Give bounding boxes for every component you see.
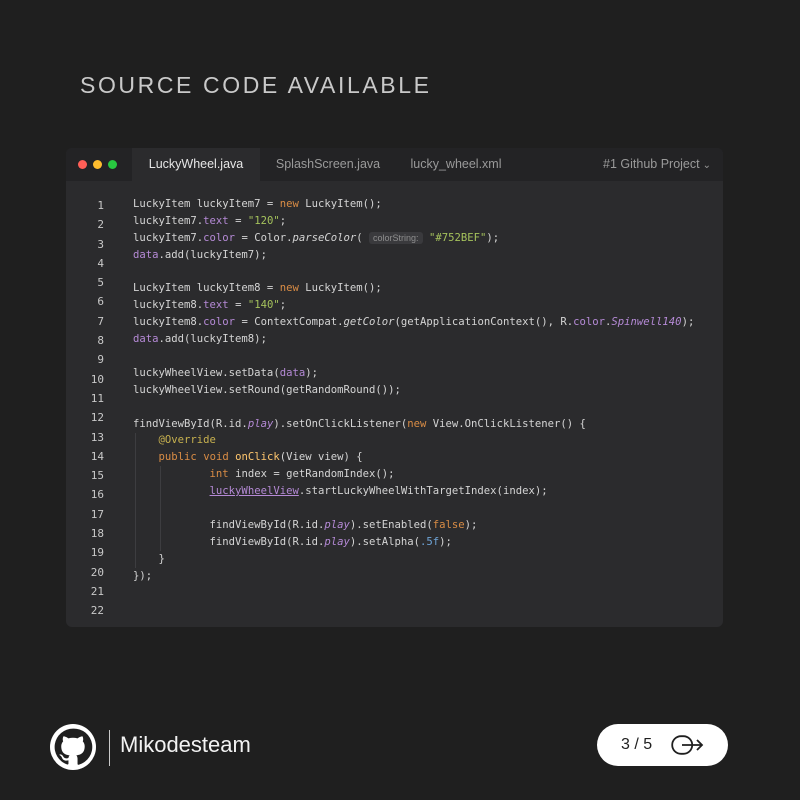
- line-number: 5: [97, 276, 104, 290]
- code-line: int index = getRandomIndex();: [209, 468, 395, 481]
- code-line: @Override: [158, 434, 216, 447]
- code-line: luckyItem8.color = ContextCompat.getColo…: [133, 316, 695, 329]
- line-number-gutter: 1 2 3 4 5 6 7 8 9 10 11 12 13 14 15 16 1…: [66, 196, 118, 621]
- line-number: 22: [90, 604, 104, 618]
- footer-divider: [109, 730, 110, 766]
- line-number: 15: [90, 469, 104, 483]
- project-dropdown[interactable]: #1 Github Project ⌄: [603, 148, 711, 181]
- brand-name: Mikodesteam: [120, 732, 251, 757]
- code-line: data.add(luckyItem7);: [133, 248, 267, 261]
- line-number: 2: [97, 218, 104, 232]
- arrow-right-icon: [671, 735, 705, 760]
- code-line: LuckyItem luckyItem8 = new LuckyItem();: [133, 282, 382, 295]
- line-number: 1: [97, 199, 104, 212]
- code-editor-window: LuckyWheel.java SplashScreen.java lucky_…: [66, 148, 723, 627]
- minimize-window-button[interactable]: [93, 160, 102, 169]
- line-number: 18: [90, 527, 104, 541]
- code-line: data.add(luckyItem8);: [133, 333, 267, 346]
- editor-titlebar: LuckyWheel.java SplashScreen.java lucky_…: [66, 148, 723, 181]
- line-number: 14: [90, 449, 104, 463]
- tab-splashscreen-java[interactable]: SplashScreen.java: [260, 148, 396, 181]
- line-number: 21: [90, 584, 104, 598]
- line-number: 7: [97, 314, 104, 328]
- line-number: 12: [90, 411, 104, 425]
- code-line: luckyItem7.text = "120";: [133, 214, 287, 227]
- line-number: 8: [97, 334, 104, 348]
- line-number: 17: [90, 507, 104, 521]
- code-line: luckyItem7.color = Color.parseColor( col…: [133, 231, 500, 244]
- code-line: luckyWheelView.setRound(getRandomRound()…: [133, 383, 401, 396]
- line-number: 6: [97, 295, 104, 309]
- github-icon: [50, 724, 96, 770]
- line-number: 20: [90, 565, 104, 579]
- code-area[interactable]: LuckyItem luckyItem7 = new LuckyItem(); l…: [133, 196, 723, 584]
- code-line: });: [133, 569, 153, 582]
- code-line: luckyWheelView.setData(data);: [133, 366, 318, 379]
- line-number: 4: [97, 256, 104, 270]
- code-line: findViewById(R.id.play).setOnClickListen…: [133, 417, 586, 430]
- page-counter: 3 / 5: [621, 736, 653, 753]
- line-number: 11: [90, 391, 104, 405]
- tab-luckywheel-java[interactable]: LuckyWheel.java: [132, 148, 260, 181]
- line-number: 10: [90, 372, 104, 386]
- line-number: 16: [90, 488, 104, 502]
- code-line: LuckyItem luckyItem7 = new LuckyItem();: [133, 198, 382, 210]
- indent-guide: [160, 466, 161, 551]
- window-controls: [78, 160, 117, 169]
- page-indicator-button[interactable]: 3 / 5: [597, 724, 728, 766]
- code-line: findViewById(R.id.play).setAlpha(.5f);: [133, 535, 452, 548]
- code-line: findViewById(R.id.play).setEnabled(false…: [133, 518, 478, 531]
- page-heading: SOURCE CODE AVAILABLE: [80, 72, 432, 98]
- indent-guide: [135, 432, 136, 568]
- line-number: 9: [97, 353, 104, 367]
- code-line: luckyItem8.text = "140";: [133, 299, 287, 312]
- line-number: 13: [90, 430, 104, 444]
- maximize-window-button[interactable]: [108, 160, 117, 169]
- code-line: public void onClick(View view) {: [158, 451, 363, 464]
- tab-lucky-wheel-xml[interactable]: lucky_wheel.xml: [396, 148, 516, 181]
- line-number: 19: [90, 546, 104, 560]
- code-line: }: [133, 552, 165, 565]
- line-number: 3: [97, 237, 104, 251]
- close-window-button[interactable]: [78, 160, 87, 169]
- code-line: luckyWheelView.startLuckyWheelWithTarget…: [209, 485, 548, 498]
- project-dropdown-label: #1 Github Project: [603, 157, 700, 171]
- chevron-down-icon: ⌄: [702, 160, 711, 171]
